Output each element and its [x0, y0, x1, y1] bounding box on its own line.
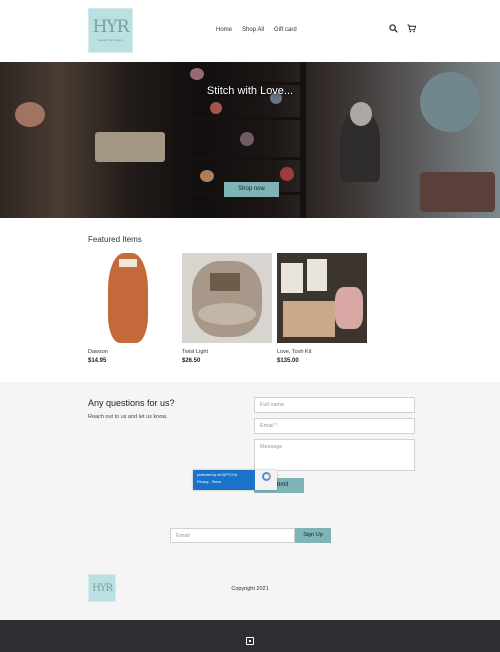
contact-title: Any questions for us?	[88, 398, 175, 408]
hero-title: Stitch with Love...	[206, 85, 294, 97]
fullname-field[interactable]: Full name	[254, 397, 415, 413]
logo-mark: HYR	[92, 17, 130, 37]
recaptcha-badge[interactable]: protected by reCAPTCHA Privacy - Terms	[193, 470, 277, 490]
sign-up-button[interactable]: Sign Up	[295, 528, 331, 543]
product-card[interactable]: Love, Tosh Kit $135.00	[277, 253, 367, 364]
nav-shop-all[interactable]: Shop All	[242, 27, 264, 33]
product-name[interactable]: Love, Tosh Kit	[277, 349, 367, 355]
product-image[interactable]	[277, 253, 367, 343]
product-price: $14.95	[88, 358, 107, 364]
contact-subtitle: Reach out to us and let us know.	[88, 414, 168, 420]
featured-title: Featured Items	[88, 235, 142, 244]
square-logo-icon[interactable]	[246, 637, 254, 645]
product-image[interactable]	[88, 253, 178, 343]
product-name[interactable]: Twist Light	[182, 349, 272, 355]
site-logo[interactable]: HYR Handy Yarn Room	[88, 8, 133, 53]
product-name[interactable]: Dawson	[88, 349, 178, 355]
search-icon[interactable]	[389, 24, 398, 33]
hero-banner: Stitch with Love... Shop now	[0, 62, 500, 218]
nav-home[interactable]: Home	[216, 27, 232, 33]
footer-bar	[0, 620, 500, 652]
email-field[interactable]: Email *	[254, 418, 415, 434]
main-nav: Home Shop All Gift card	[216, 27, 297, 33]
site-header: HYR Handy Yarn Room Home Shop All Gift c…	[0, 0, 500, 62]
product-price: $135.00	[277, 358, 299, 364]
contact-section: Any questions for us? Reach out to us an…	[0, 382, 500, 620]
shop-now-button[interactable]: Shop now	[224, 182, 279, 197]
product-image[interactable]	[182, 253, 272, 343]
product-card[interactable]: Twist Light $26.50	[182, 253, 272, 364]
newsletter-email-input[interactable]: Email	[170, 528, 295, 543]
cart-icon[interactable]	[407, 24, 416, 33]
copyright-text: Copyright 2021	[231, 586, 269, 592]
header-icons	[389, 24, 416, 33]
recaptcha-icon	[255, 470, 277, 490]
message-field[interactable]: Message	[254, 439, 415, 471]
nav-gift-card[interactable]: Gift card	[274, 27, 297, 33]
logo-subtitle: Handy Yarn Room	[98, 38, 123, 42]
product-price: $26.50	[182, 358, 201, 364]
product-card[interactable]: Dawson $14.95	[88, 253, 178, 364]
